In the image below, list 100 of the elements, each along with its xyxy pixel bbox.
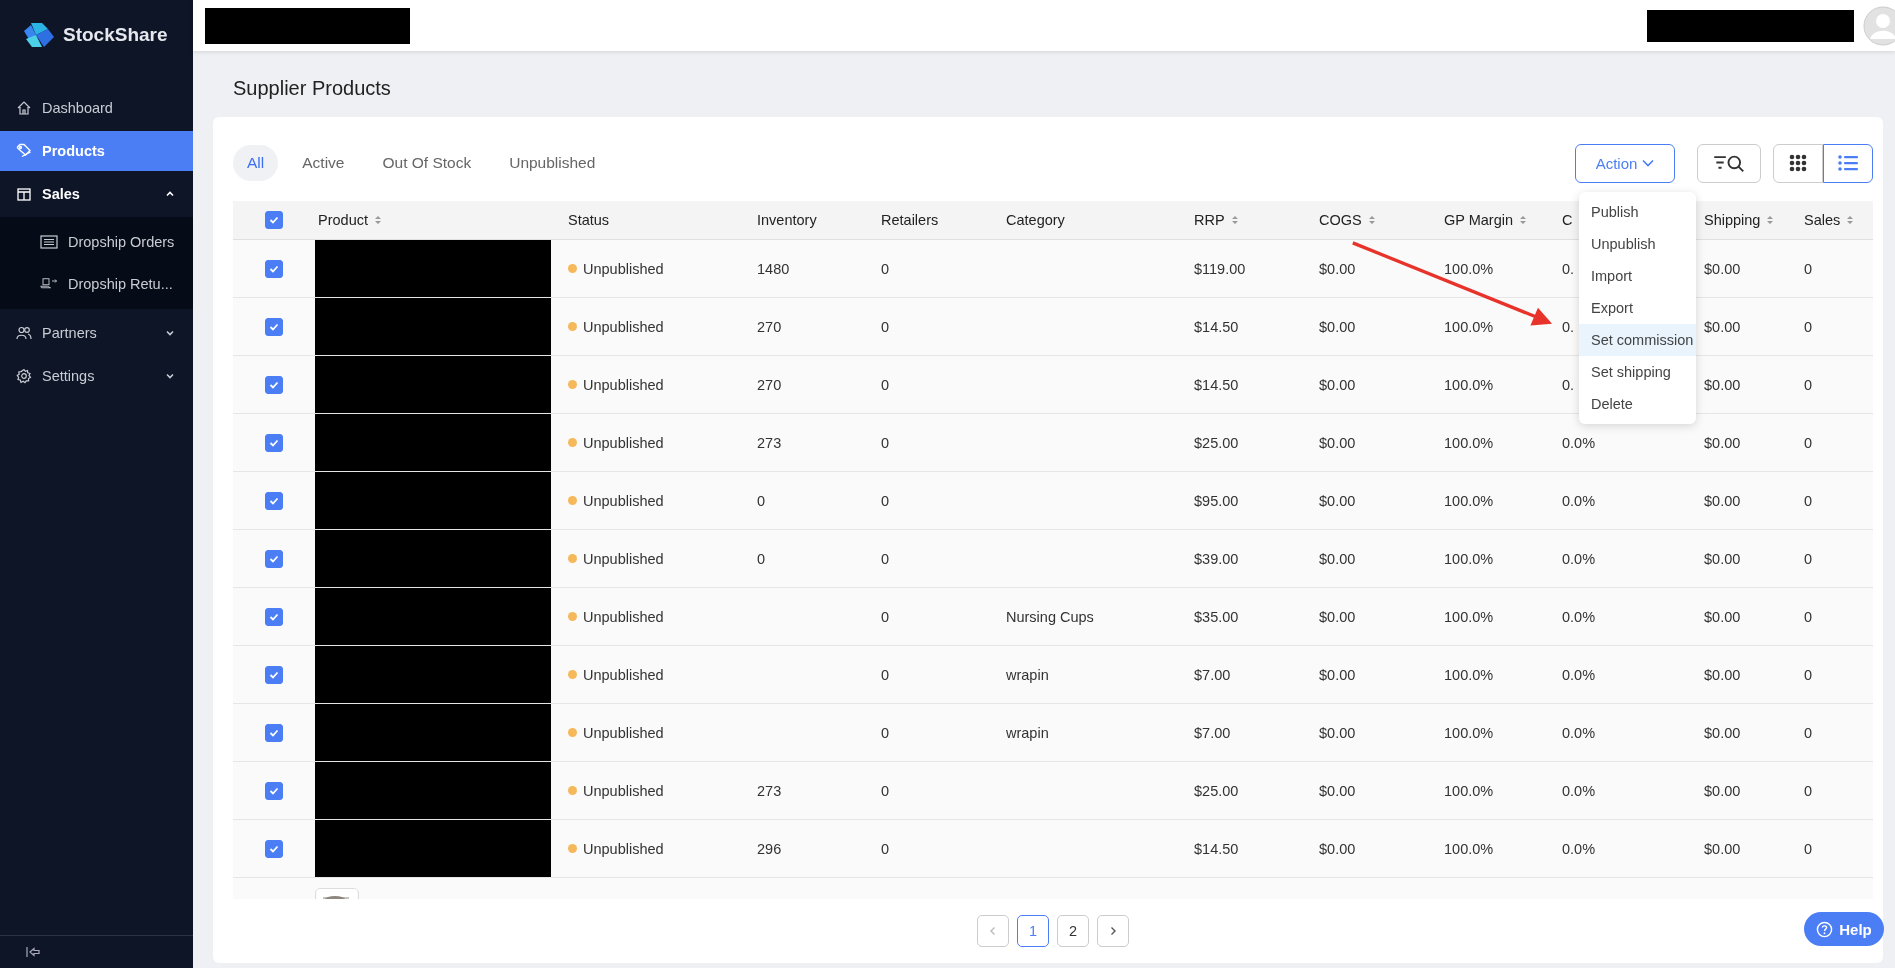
column-header[interactable]: Retailers bbox=[881, 212, 939, 228]
sort-icon[interactable] bbox=[1846, 214, 1855, 226]
table-cell: 0.0% bbox=[1562, 840, 1596, 857]
table-cell: 0.0% bbox=[1562, 782, 1596, 799]
menu-item[interactable]: Publish bbox=[1579, 195, 1696, 228]
table-cell: 0. bbox=[1562, 318, 1575, 335]
caret-icon bbox=[1642, 159, 1655, 167]
table-cell: $0.00 bbox=[1319, 260, 1356, 277]
table-cell: 0 bbox=[1804, 318, 1813, 335]
sort-icon[interactable] bbox=[1519, 214, 1528, 226]
menu-item[interactable]: Delete bbox=[1579, 387, 1696, 420]
sidebar-subitem[interactable]: Dropship Orders bbox=[0, 221, 193, 263]
sort-icon[interactable] bbox=[1766, 214, 1775, 226]
row-checkbox[interactable] bbox=[265, 723, 283, 742]
table-cell: 100.0% bbox=[1444, 666, 1494, 683]
list-icon bbox=[40, 234, 58, 250]
row-checkbox[interactable] bbox=[265, 607, 283, 626]
column-header[interactable]: Sales bbox=[1804, 212, 1841, 228]
column-header[interactable]: Status bbox=[568, 212, 610, 228]
column-header[interactable]: Inventory bbox=[757, 212, 817, 228]
table-cell: 0 bbox=[881, 840, 890, 857]
table-cell: 100.0% bbox=[1444, 840, 1494, 857]
chevron-down-icon bbox=[165, 371, 175, 381]
page-button[interactable]: 2 bbox=[1057, 915, 1089, 947]
table-cell: 100.0% bbox=[1444, 782, 1494, 799]
tag-icon bbox=[16, 143, 32, 159]
sidebar-item[interactable]: Dashboard bbox=[0, 88, 193, 128]
table-cell: 270 bbox=[757, 376, 782, 393]
box-icon bbox=[16, 186, 32, 202]
table-cell: $25.00 bbox=[1194, 434, 1239, 451]
gear-icon bbox=[16, 368, 32, 384]
sort-icon[interactable] bbox=[374, 214, 382, 226]
next-page-button[interactable] bbox=[1097, 915, 1129, 947]
filter-tab[interactable]: Out Of Stock bbox=[368, 145, 486, 181]
table-cell: 0 bbox=[881, 608, 890, 625]
action-dropdown[interactable]: Action bbox=[1575, 143, 1675, 183]
help-icon bbox=[1816, 920, 1834, 938]
sort-icon[interactable] bbox=[1230, 214, 1239, 226]
column-header[interactable]: COGS bbox=[1319, 212, 1362, 228]
row-checkbox[interactable] bbox=[265, 433, 283, 452]
table-cell: 0.0% bbox=[1562, 492, 1596, 509]
row-checkbox[interactable] bbox=[265, 259, 283, 278]
row-checkbox[interactable] bbox=[265, 375, 283, 394]
table-cell: $25.00 bbox=[1194, 782, 1239, 799]
status-label: Unpublished bbox=[568, 724, 664, 741]
sidebar-item[interactable]: Sales bbox=[0, 174, 193, 214]
filter-tab[interactable]: Active bbox=[288, 145, 359, 181]
filter-tab[interactable]: All bbox=[233, 145, 279, 181]
column-header[interactable]: Shipping bbox=[1704, 212, 1761, 228]
status-label: Unpublished bbox=[568, 608, 664, 625]
row-checkbox[interactable] bbox=[265, 317, 283, 336]
row-checkbox[interactable] bbox=[265, 665, 283, 684]
collapse-icon[interactable] bbox=[26, 946, 40, 958]
table-cell: $95.00 bbox=[1194, 492, 1239, 509]
table-cell: $0.00 bbox=[1704, 318, 1741, 335]
sidebar-item[interactable]: Products bbox=[0, 131, 193, 171]
table-cell: 100.0% bbox=[1444, 318, 1494, 335]
table-cell: 0 bbox=[757, 492, 766, 509]
filter-search-button[interactable] bbox=[1697, 143, 1761, 183]
menu-item[interactable]: Unpublish bbox=[1579, 227, 1696, 260]
page-button[interactable]: 1 bbox=[1017, 915, 1049, 947]
grid-view-button[interactable] bbox=[1773, 143, 1823, 183]
table-cell: $0.00 bbox=[1704, 492, 1741, 509]
home-icon bbox=[16, 100, 32, 116]
row-checkbox[interactable] bbox=[265, 781, 283, 800]
table-cell: 0 bbox=[881, 318, 890, 335]
logo-icon bbox=[22, 21, 56, 49]
sidebar-subitem[interactable]: Dropship Retu... bbox=[0, 263, 193, 305]
sidebar-item[interactable]: Partners bbox=[0, 313, 193, 353]
table-cell: 1480 bbox=[757, 260, 790, 277]
menu-item[interactable]: Set commission bbox=[1579, 323, 1696, 356]
menu-item[interactable]: Import bbox=[1579, 259, 1696, 292]
status-label: Unpublished bbox=[568, 318, 664, 335]
table-cell: 0 bbox=[881, 492, 890, 509]
select-all-checkbox[interactable] bbox=[265, 211, 283, 229]
table-cell: $0.00 bbox=[1319, 318, 1356, 335]
filter-tab[interactable]: Unpublished bbox=[495, 145, 610, 181]
list-view-button[interactable] bbox=[1823, 143, 1873, 183]
menu-item[interactable]: Export bbox=[1579, 291, 1696, 324]
column-header[interactable]: Product bbox=[318, 212, 368, 228]
table-cell: 0 bbox=[757, 550, 766, 567]
table-cell: $0.00 bbox=[1704, 376, 1741, 393]
menu-item[interactable]: Set shipping bbox=[1579, 355, 1696, 388]
table-cell: $0.00 bbox=[1704, 840, 1741, 857]
row-checkbox[interactable] bbox=[265, 839, 283, 858]
column-header[interactable]: GP Margin bbox=[1444, 212, 1514, 228]
column-header[interactable]: RRP bbox=[1194, 212, 1225, 228]
table-cell: 100.0% bbox=[1444, 376, 1494, 393]
table-cell: $0.00 bbox=[1704, 724, 1741, 741]
row-checkbox[interactable] bbox=[265, 491, 283, 510]
column-header[interactable]: Category bbox=[1006, 212, 1065, 228]
table-cell: $0.00 bbox=[1319, 376, 1356, 393]
column-header[interactable]: C bbox=[1562, 212, 1573, 228]
help-button[interactable]: Help bbox=[1804, 912, 1884, 946]
table-cell: 0 bbox=[1804, 492, 1813, 509]
row-checkbox[interactable] bbox=[265, 549, 283, 568]
check-icon bbox=[268, 214, 280, 226]
sidebar-item[interactable]: Settings bbox=[0, 356, 193, 396]
status-label: Unpublished bbox=[568, 376, 664, 393]
sort-icon[interactable] bbox=[1367, 214, 1376, 226]
